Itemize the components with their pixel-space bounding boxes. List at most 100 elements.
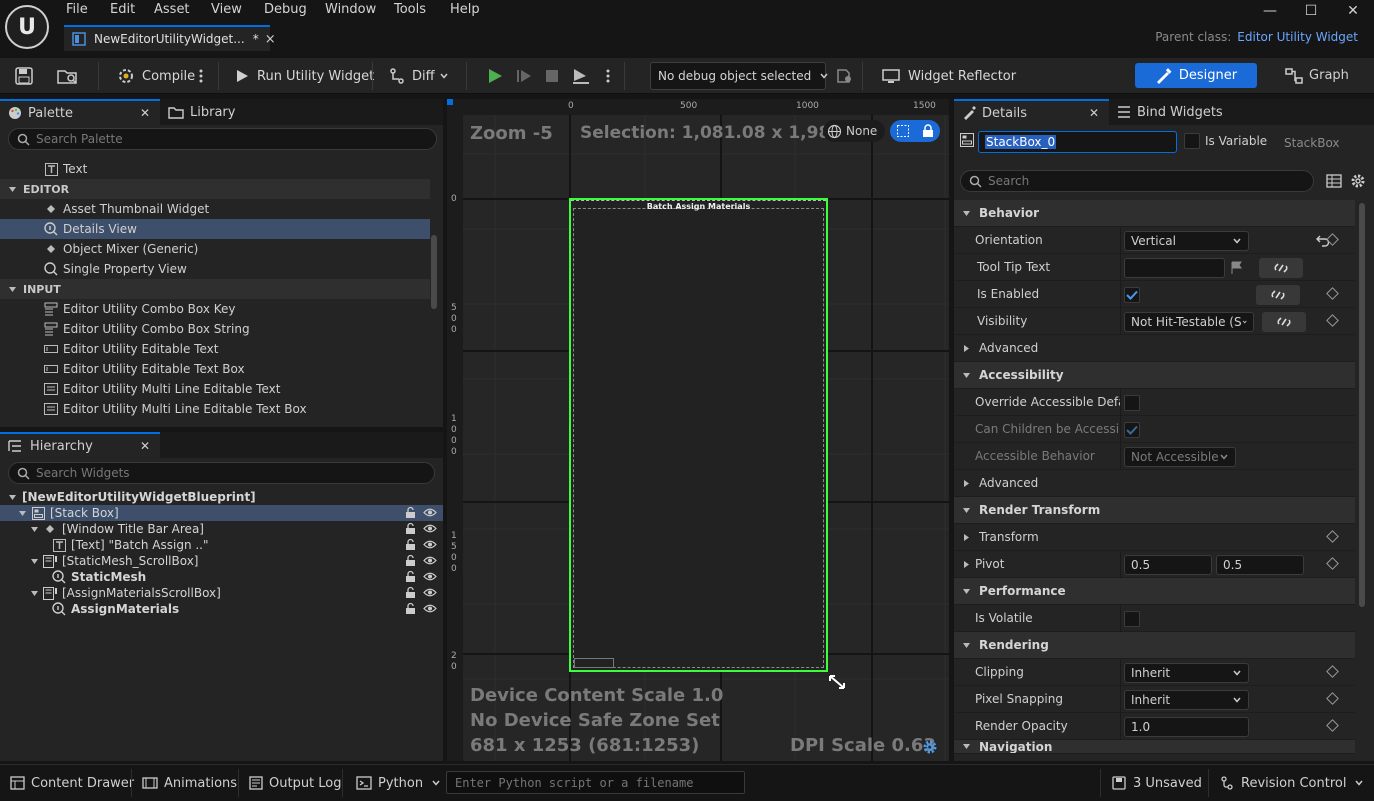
hierarchy-row-assign-materials-scrollbox[interactable]: [AssignMaterialsScrollBox] [0,585,443,601]
palette-item-combo-box-string[interactable]: Editor Utility Combo Box String [0,319,430,339]
prop-transform[interactable]: Transform [954,524,1355,551]
output-log-button[interactable]: Output Log [249,772,342,794]
details-search-input[interactable] [988,174,1298,188]
widget-reflector-button[interactable]: Widget Reflector [882,64,1016,88]
behavior-advanced[interactable]: Advanced [954,335,1355,362]
palette-item-multi-line-text[interactable]: Editor Utility Multi Line Editable Text [0,379,430,399]
compile-button[interactable]: Compile [116,64,195,88]
close-tab-icon[interactable]: × [265,32,276,47]
content-drawer-button[interactable]: Content Drawer [10,772,134,794]
override-accessible-checkbox[interactable] [1124,394,1140,411]
close-tab-icon[interactable]: ✕ [140,106,150,120]
minimize-icon[interactable]: — [1250,0,1290,22]
lock-icon[interactable] [404,522,417,535]
visibility-combo[interactable]: Not Hit-Testable (S [1124,311,1254,332]
hierarchy-row-static-mesh-scrollbox[interactable]: [StaticMesh_ScrollBox] [0,553,443,569]
is-variable-toggle[interactable]: Is Variable [1184,133,1267,149]
palette-scrollbar[interactable] [431,235,437,309]
palette-item-text[interactable]: Text [0,159,430,179]
flag-icon[interactable] [1231,261,1243,275]
accessibility-advanced[interactable]: Advanced [954,470,1355,497]
widget-selection-outline[interactable]: Batch Assign Materials [569,198,828,672]
close-window-icon[interactable]: ✕ [1333,0,1373,22]
lock-icon[interactable] [404,602,417,615]
unsaved-button[interactable]: 3 Unsaved [1112,772,1202,794]
eye-icon[interactable] [423,506,437,519]
python-console-select[interactable]: Python [356,772,441,794]
palette-category-input[interactable]: INPUT [0,279,430,299]
palette-item-single-property-view[interactable]: Single Property View [0,259,430,279]
play-icon[interactable] [486,64,504,88]
section-render-transform[interactable]: Render Transform [954,497,1355,524]
lock-icon[interactable] [922,124,934,138]
pivot-x-field[interactable]: 0.5 [1124,554,1212,575]
python-console-input[interactable] [455,775,735,790]
settings-gear-icon[interactable] [1350,173,1366,189]
menu-asset[interactable]: Asset [154,0,190,20]
palette-item-combo-box-key[interactable]: Editor Utility Combo Box Key [0,299,430,319]
pixel-snapping-combo[interactable]: Inherit [1124,689,1249,710]
debug-filter-icon[interactable] [836,64,854,88]
hierarchy-search-input[interactable] [36,466,412,480]
section-behavior[interactable]: Behavior [954,200,1355,227]
close-tab-icon[interactable]: ✕ [140,439,150,453]
render-opacity-field[interactable]: 1.0 [1124,716,1249,737]
designer-button[interactable]: Designer [1135,63,1257,88]
lock-icon[interactable] [404,554,417,567]
palette-search[interactable] [8,128,437,150]
lock-icon[interactable] [404,506,417,519]
tab-library[interactable]: Library [160,99,280,125]
keyframe-diamond-icon[interactable] [1326,314,1339,327]
keyframe-diamond-icon[interactable] [1326,287,1339,300]
browse-asset-icon[interactable] [56,64,80,88]
tab-details[interactable]: Details ✕ [954,99,1109,125]
is-enabled-checkbox[interactable] [1124,286,1140,303]
tooltip-field[interactable] [1124,257,1225,278]
eye-icon[interactable] [423,586,437,599]
graph-button[interactable]: Graph [1272,63,1362,88]
tab-bind-widgets[interactable]: Bind Widgets [1109,99,1239,125]
bind-button[interactable] [1256,284,1300,305]
debug-object-select[interactable]: No debug object selected [650,62,828,90]
hierarchy-row-text[interactable]: [Text] "Batch Assign .." [0,537,443,553]
palette-item-asset-thumbnail[interactable]: Asset Thumbnail Widget [0,199,430,219]
orientation-combo[interactable]: Vertical [1124,230,1249,251]
widget-name-field[interactable]: StackBox_0 [978,131,1177,153]
eye-icon[interactable] [423,554,437,567]
save-icon[interactable] [14,64,34,88]
keyframe-diamond-icon[interactable] [1326,719,1339,732]
palette-item-multi-line-text-box[interactable]: Editor Utility Multi Line Editable Text … [0,399,430,419]
details-scrollbar[interactable] [1359,203,1365,607]
table-view-icon[interactable] [1326,173,1342,189]
play-options-icon[interactable] [605,64,611,88]
lock-icon[interactable] [404,586,417,599]
eye-icon[interactable] [423,602,437,615]
palette-item-details-view[interactable]: Details View [0,219,430,239]
localization-preview-button[interactable]: None [823,120,885,142]
diff-button[interactable]: Diff [388,64,449,88]
python-console-field[interactable] [446,771,745,794]
is-volatile-checkbox[interactable] [1124,610,1140,627]
section-performance[interactable]: Performance [954,578,1355,605]
document-tab[interactable]: NewEditorUtilityWidget... * × [64,25,276,51]
compile-options-icon[interactable] [198,64,204,88]
menu-edit[interactable]: Edit [110,0,135,20]
palette-category-editor[interactable]: EDITOR [0,179,430,199]
is-variable-checkbox[interactable] [1184,133,1200,149]
eye-icon[interactable] [423,538,437,551]
parent-class-link[interactable]: Editor Utility Widget [1237,30,1358,44]
palette-item-editable-text[interactable]: Editor Utility Editable Text [0,339,430,359]
hierarchy-row-window-title-bar[interactable]: [Window Title Bar Area] [0,521,443,537]
unreal-logo-icon[interactable]: U [5,5,49,49]
section-accessibility[interactable]: Accessibility [954,362,1355,389]
menu-file[interactable]: File [66,0,88,20]
maximize-icon[interactable]: ☐ [1291,0,1331,22]
animations-button[interactable]: Animations [142,772,237,794]
eject-icon[interactable] [571,64,591,88]
eye-icon[interactable] [423,522,437,535]
step-icon[interactable] [515,64,533,88]
keyframe-diamond-icon[interactable] [1326,557,1339,570]
menu-view[interactable]: View [211,0,242,20]
details-search[interactable] [960,170,1314,192]
close-tab-icon[interactable]: ✕ [1089,106,1099,120]
